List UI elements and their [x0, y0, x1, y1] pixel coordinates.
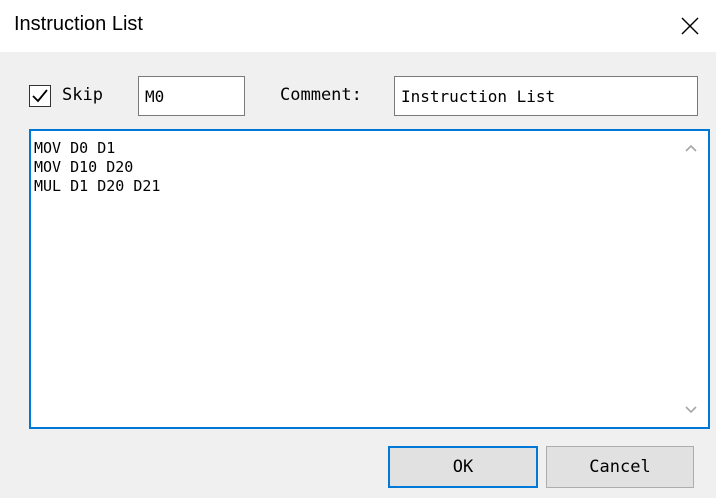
instruction-line: MUL D1 D20 D21	[34, 177, 161, 195]
window-title: Instruction List	[14, 13, 143, 35]
skip-checkbox[interactable]	[29, 85, 51, 107]
instruction-list-dialog: Instruction List Skip Comment: MOV D0 D1…	[0, 0, 716, 498]
scroll-down-icon[interactable]	[684, 405, 698, 415]
ok-button[interactable]: OK	[388, 446, 538, 488]
cancel-button[interactable]: Cancel	[546, 446, 694, 488]
instruction-editor[interactable]: MOV D0 D1 MOV D10 D20 MUL D1 D20 D21	[29, 129, 710, 429]
skip-label: Skip	[62, 85, 103, 105]
instruction-line: MOV D10 D20	[34, 158, 134, 176]
checkmark-icon	[32, 89, 48, 103]
skip-input[interactable]	[138, 76, 245, 116]
title-bar: Instruction List	[0, 0, 716, 52]
scroll-up-icon[interactable]	[684, 143, 698, 153]
instruction-lines: MOV D0 D1 MOV D10 D20 MUL D1 D20 D21	[34, 139, 160, 196]
close-button[interactable]	[664, 0, 716, 52]
instruction-line: MOV D0 D1	[34, 139, 116, 157]
comment-input[interactable]	[394, 76, 698, 116]
close-icon	[681, 17, 699, 35]
comment-label: Comment:	[280, 85, 362, 105]
